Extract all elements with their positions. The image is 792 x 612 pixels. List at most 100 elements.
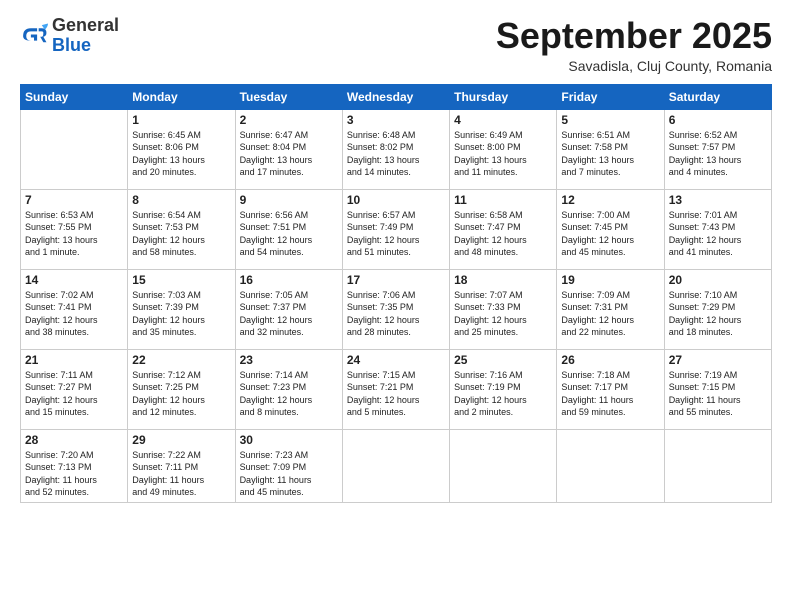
table-cell: 14Sunrise: 7:02 AMSunset: 7:41 PMDayligh…	[21, 269, 128, 349]
table-cell	[664, 429, 771, 502]
table-cell: 1 Sunrise: 6:45 AMSunset: 8:06 PMDaylight…	[128, 109, 235, 189]
day-number: 30	[240, 433, 338, 447]
day-info: Sunrise: 6:58 AMSunset: 7:47 PMDaylight:…	[454, 209, 552, 259]
table-cell	[450, 429, 557, 502]
table-cell	[342, 429, 449, 502]
day-info: Sunrise: 7:09 AMSunset: 7:31 PMDaylight:…	[561, 289, 659, 339]
day-number: 4	[454, 113, 552, 127]
header-saturday: Saturday	[664, 84, 771, 109]
table-cell: 18Sunrise: 7:07 AMSunset: 7:33 PMDayligh…	[450, 269, 557, 349]
day-number: 16	[240, 273, 338, 287]
table-cell: 5 Sunrise: 6:51 AMSunset: 7:58 PMDaylight…	[557, 109, 664, 189]
day-number: 15	[132, 273, 230, 287]
day-info: Sunrise: 6:49 AMSunset: 8:00 PMDaylight:…	[454, 129, 552, 179]
location: Savadisla, Cluj County, Romania	[496, 58, 772, 74]
day-info: Sunrise: 6:48 AMSunset: 8:02 PMDaylight:…	[347, 129, 445, 179]
day-number: 11	[454, 193, 552, 207]
title-block: September 2025 Savadisla, Cluj County, R…	[496, 16, 772, 74]
day-info: Sunrise: 7:06 AMSunset: 7:35 PMDaylight:…	[347, 289, 445, 339]
table-cell: 7 Sunrise: 6:53 AMSunset: 7:55 PMDaylight…	[21, 189, 128, 269]
day-info: Sunrise: 7:07 AMSunset: 7:33 PMDaylight:…	[454, 289, 552, 339]
logo-blue: Blue	[52, 36, 119, 56]
day-info: Sunrise: 6:56 AMSunset: 7:51 PMDaylight:…	[240, 209, 338, 259]
day-info: Sunrise: 7:16 AMSunset: 7:19 PMDaylight:…	[454, 369, 552, 419]
day-number: 8	[132, 193, 230, 207]
day-info: Sunrise: 7:19 AMSunset: 7:15 PMDaylight:…	[669, 369, 767, 419]
header-wednesday: Wednesday	[342, 84, 449, 109]
day-info: Sunrise: 7:23 AMSunset: 7:09 PMDaylight:…	[240, 449, 338, 499]
day-number: 27	[669, 353, 767, 367]
table-cell: 21 Sunrise: 7:11 AMSunset: 7:27 PMDayligh…	[21, 349, 128, 429]
header-thursday: Thursday	[450, 84, 557, 109]
day-info: Sunrise: 7:03 AMSunset: 7:39 PMDaylight:…	[132, 289, 230, 339]
day-info: Sunrise: 6:53 AMSunset: 7:55 PMDaylight:…	[25, 209, 123, 259]
day-number: 22	[132, 353, 230, 367]
day-number: 17	[347, 273, 445, 287]
day-number: 12	[561, 193, 659, 207]
table-cell: 3 Sunrise: 6:48 AMSunset: 8:02 PMDaylight…	[342, 109, 449, 189]
table-cell: 9 Sunrise: 6:56 AMSunset: 7:51 PMDaylight…	[235, 189, 342, 269]
day-info: Sunrise: 7:01 AMSunset: 7:43 PMDaylight:…	[669, 209, 767, 259]
table-cell: 20 Sunrise: 7:10 AMSunset: 7:29 PMDayligh…	[664, 269, 771, 349]
table-cell: 23 Sunrise: 7:14 AMSunset: 7:23 PMDayligh…	[235, 349, 342, 429]
day-info: Sunrise: 6:57 AMSunset: 7:49 PMDaylight:…	[347, 209, 445, 259]
day-number: 23	[240, 353, 338, 367]
day-info: Sunrise: 7:10 AMSunset: 7:29 PMDaylight:…	[669, 289, 767, 339]
day-info: Sunrise: 6:47 AMSunset: 8:04 PMDaylight:…	[240, 129, 338, 179]
table-cell: 22Sunrise: 7:12 AMSunset: 7:25 PMDayligh…	[128, 349, 235, 429]
day-number: 21	[25, 353, 123, 367]
day-info: Sunrise: 7:22 AMSunset: 7:11 PMDaylight:…	[132, 449, 230, 499]
day-info: Sunrise: 6:52 AMSunset: 7:57 PMDaylight:…	[669, 129, 767, 179]
table-cell: 29Sunrise: 7:22 AMSunset: 7:11 PMDayligh…	[128, 429, 235, 502]
day-info: Sunrise: 7:14 AMSunset: 7:23 PMDaylight:…	[240, 369, 338, 419]
table-cell: 24 Sunrise: 7:15 AMSunset: 7:21 PMDayligh…	[342, 349, 449, 429]
day-number: 25	[454, 353, 552, 367]
table-cell: 28 Sunrise: 7:20 AMSunset: 7:13 PMDayligh…	[21, 429, 128, 502]
table-cell: 17 Sunrise: 7:06 AMSunset: 7:35 PMDayligh…	[342, 269, 449, 349]
day-number: 20	[669, 273, 767, 287]
table-cell: 19 Sunrise: 7:09 AMSunset: 7:31 PMDayligh…	[557, 269, 664, 349]
table-cell: 12 Sunrise: 7:00 AMSunset: 7:45 PMDayligh…	[557, 189, 664, 269]
logo-general: General	[52, 16, 119, 36]
day-number: 1	[132, 113, 230, 127]
table-cell	[21, 109, 128, 189]
table-cell: 25 Sunrise: 7:16 AMSunset: 7:19 PMDayligh…	[450, 349, 557, 429]
day-number: 24	[347, 353, 445, 367]
day-info: Sunrise: 7:02 AMSunset: 7:41 PMDaylight:…	[25, 289, 123, 339]
day-number: 7	[25, 193, 123, 207]
header-sunday: Sunday	[21, 84, 128, 109]
table-cell: 4 Sunrise: 6:49 AMSunset: 8:00 PMDaylight…	[450, 109, 557, 189]
day-number: 19	[561, 273, 659, 287]
table-cell: 13 Sunrise: 7:01 AMSunset: 7:43 PMDayligh…	[664, 189, 771, 269]
day-info: Sunrise: 6:51 AMSunset: 7:58 PMDaylight:…	[561, 129, 659, 179]
table-cell: 27 Sunrise: 7:19 AMSunset: 7:15 PMDayligh…	[664, 349, 771, 429]
header-friday: Friday	[557, 84, 664, 109]
header-tuesday: Tuesday	[235, 84, 342, 109]
day-number: 5	[561, 113, 659, 127]
day-info: Sunrise: 6:45 AMSunset: 8:06 PMDaylight:…	[132, 129, 230, 179]
month-title: September 2025	[496, 16, 772, 56]
table-cell	[557, 429, 664, 502]
day-number: 9	[240, 193, 338, 207]
table-cell: 6 Sunrise: 6:52 AMSunset: 7:57 PMDaylight…	[664, 109, 771, 189]
day-info: Sunrise: 7:20 AMSunset: 7:13 PMDaylight:…	[25, 449, 123, 499]
calendar: SundayMondayTuesdayWednesdayThursdayFrid…	[20, 84, 772, 503]
day-info: Sunrise: 7:00 AMSunset: 7:45 PMDaylight:…	[561, 209, 659, 259]
day-number: 28	[25, 433, 123, 447]
day-info: Sunrise: 7:15 AMSunset: 7:21 PMDaylight:…	[347, 369, 445, 419]
table-cell: 8Sunrise: 6:54 AMSunset: 7:53 PMDaylight…	[128, 189, 235, 269]
logo: General Blue	[20, 16, 119, 56]
day-number: 6	[669, 113, 767, 127]
table-cell: 2Sunrise: 6:47 AMSunset: 8:04 PMDaylight…	[235, 109, 342, 189]
day-number: 10	[347, 193, 445, 207]
table-cell: 10 Sunrise: 6:57 AMSunset: 7:49 PMDayligh…	[342, 189, 449, 269]
day-number: 13	[669, 193, 767, 207]
table-cell: 26Sunrise: 7:18 AMSunset: 7:17 PMDayligh…	[557, 349, 664, 429]
table-cell: 30 Sunrise: 7:23 AMSunset: 7:09 PMDayligh…	[235, 429, 342, 502]
table-cell: 15 Sunrise: 7:03 AMSunset: 7:39 PMDayligh…	[128, 269, 235, 349]
day-number: 3	[347, 113, 445, 127]
day-number: 26	[561, 353, 659, 367]
day-info: Sunrise: 7:11 AMSunset: 7:27 PMDaylight:…	[25, 369, 123, 419]
table-cell: 11 Sunrise: 6:58 AMSunset: 7:47 PMDayligh…	[450, 189, 557, 269]
header-monday: Monday	[128, 84, 235, 109]
